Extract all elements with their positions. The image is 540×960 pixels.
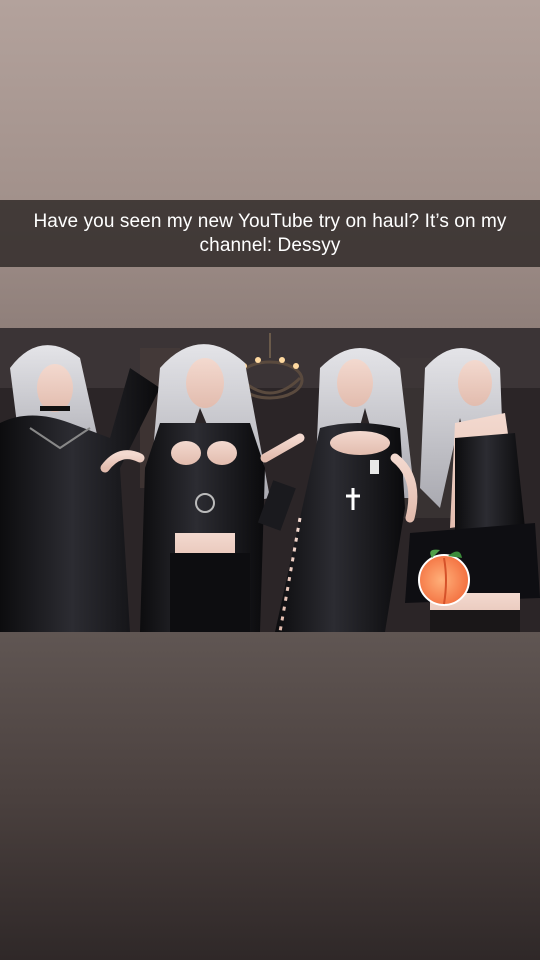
youtube-thumbnail-image [0,328,540,632]
story-caption-text: Have you seen my new YouTube try on haul… [33,210,507,256]
caption-bar: Have you seen my new YouTube try on haul… [0,200,540,267]
thumbnail-illustration [0,328,540,632]
